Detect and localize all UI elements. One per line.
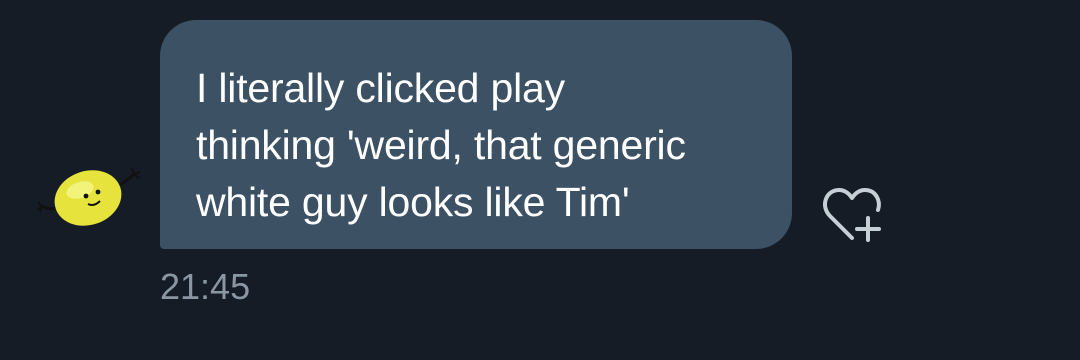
message-line: white guy looks like Tim' bbox=[196, 179, 630, 225]
message-line: thinking 'weird, that generic bbox=[196, 122, 686, 168]
heart-plus-icon bbox=[823, 188, 881, 242]
message-timestamp: 21:45 bbox=[160, 266, 251, 307]
react-button[interactable] bbox=[818, 184, 890, 248]
sender-avatar[interactable] bbox=[36, 160, 144, 232]
message-line: I literally clicked play bbox=[196, 65, 565, 111]
message-bubble[interactable]: I literally clicked play thinking 'weird… bbox=[160, 20, 792, 249]
lemon-character-icon bbox=[37, 167, 141, 226]
message-text: I literally clicked play thinking 'weird… bbox=[196, 60, 756, 231]
chat-view: I literally clicked play thinking 'weird… bbox=[0, 0, 1080, 360]
